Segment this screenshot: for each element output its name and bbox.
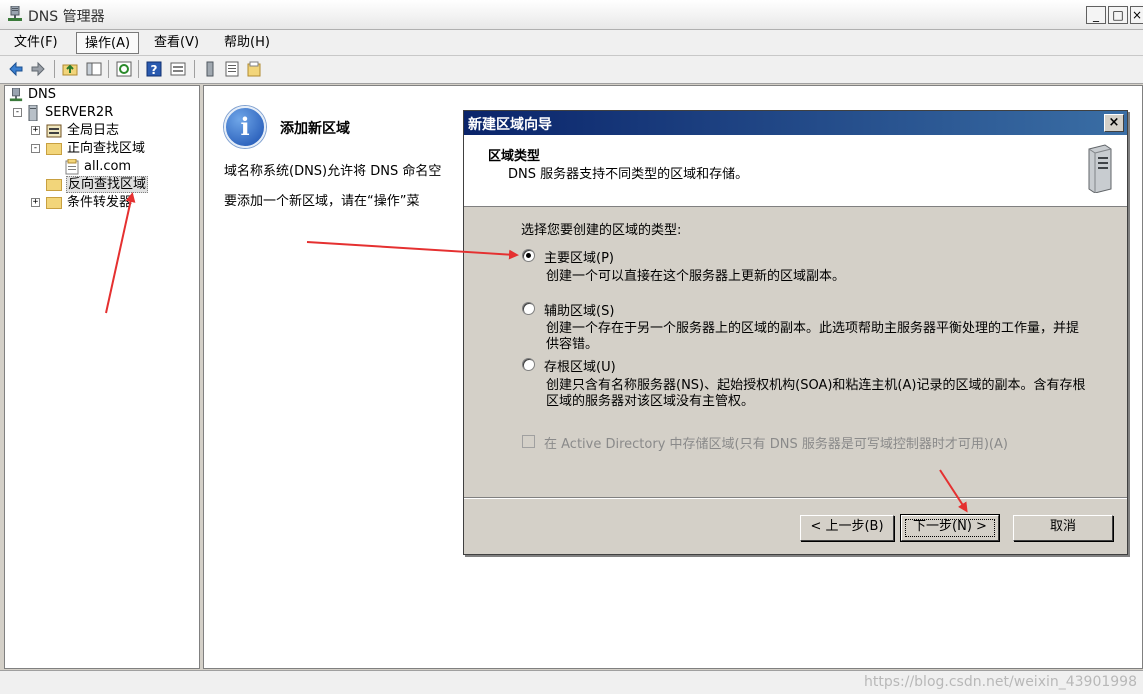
show-hide-tree-icon[interactable] — [86, 61, 102, 77]
content-paragraph-1: 域名称系统(DNS)允许将 DNS 命名空 — [224, 164, 442, 179]
info-icon: i — [224, 106, 266, 148]
tree-item-forward-lookup[interactable]: - 正向查找区域 — [31, 140, 146, 158]
event-log-icon — [46, 124, 62, 137]
tree-item-reverse-lookup[interactable]: 反向查找区域 — [46, 176, 149, 194]
minimize-button[interactable]: _ — [1086, 6, 1106, 24]
collapse-icon[interactable]: - — [31, 144, 40, 153]
radio-label[interactable]: 主要区域(P) — [544, 247, 614, 266]
tree-item-global-logs[interactable]: + 全局日志 — [31, 122, 120, 140]
dialog-title: 新建区域向导 — [468, 117, 552, 133]
wizard-step-subtitle: DNS 服务器支持不同类型的区域和存储。 — [508, 167, 749, 182]
primary-zone-description: 创建一个可以直接在这个服务器上更新的区域副本。 — [546, 269, 846, 284]
expand-icon[interactable]: + — [31, 198, 40, 207]
console-tree: DNS - SERVER2R + 全局日志 - 正向查找区域 all.com 反向查找… — [4, 85, 200, 669]
secondary-zone-description: 创建一个存在于另一个服务器上的区域的副本。此选项帮助主服务器平衡处理的工作量，并… — [546, 321, 1080, 352]
radio-label[interactable]: 辅助区域(S) — [544, 300, 614, 319]
next-button[interactable]: 下一步(N) > — [900, 514, 1000, 542]
maximize-button[interactable]: □ — [1108, 6, 1128, 24]
tree-item-zone[interactable]: all.com — [65, 158, 132, 176]
window-title: DNS 管理器 — [28, 9, 105, 25]
menu-bar: 文件(F) 操作(A) 查看(V) 帮助(H) — [0, 30, 1143, 56]
expand-icon[interactable]: + — [31, 126, 40, 135]
new-zone-wizard-dialog: 新建区域向导 × 区域类型 DNS 服务器支持不同类型的区域和存储。 选择您要创… — [463, 110, 1128, 555]
tree-item-conditional-forwarders[interactable]: + 条件转发器 — [31, 194, 133, 212]
tree-server[interactable]: - SERVER2R — [13, 104, 114, 122]
radio-button-checked[interactable] — [522, 249, 535, 262]
tree-root-dns[interactable]: DNS — [9, 86, 57, 104]
radio-label[interactable]: 存根区域(U) — [544, 356, 616, 375]
ad-storage-checkbox — [522, 435, 535, 448]
ad-storage-label: 在 Active Directory 中存储区域(只有 DNS 服务器是可写域控… — [544, 437, 1008, 452]
folder-icon — [46, 178, 62, 191]
dns-app-icon — [8, 6, 22, 21]
focus-rect — [905, 519, 995, 537]
zone-type-prompt: 选择您要创建的区域的类型: — [521, 223, 682, 238]
cancel-button[interactable]: 取消 — [1013, 515, 1113, 541]
close-window-button[interactable]: × — [1130, 6, 1143, 24]
content-paragraph-2: 要添加一个新区域，请在“操作”菜 — [224, 194, 420, 209]
status-bar: https://blog.csdn.net/weixin_43901998 — [0, 670, 1143, 694]
new-record-icon[interactable] — [246, 61, 262, 77]
back-arrow-icon[interactable] — [8, 61, 24, 77]
server-icon — [28, 104, 38, 121]
server-tower-icon — [1088, 144, 1112, 193]
zone-file-icon — [65, 158, 79, 174]
list-icon[interactable] — [224, 61, 240, 77]
folder-icon — [46, 196, 62, 209]
collapse-icon[interactable]: - — [13, 108, 22, 117]
content-heading: 添加新区域 — [280, 121, 350, 137]
menu-help[interactable]: 帮助(H) — [216, 32, 278, 54]
radio-button[interactable] — [522, 358, 535, 371]
watermark-text: https://blog.csdn.net/weixin_43901998 — [863, 674, 1137, 690]
dialog-separator — [464, 497, 1127, 499]
menu-view[interactable]: 查看(V) — [146, 32, 207, 54]
title-bar: DNS 管理器 _ □ × — [0, 0, 1143, 30]
folder-icon — [46, 142, 62, 155]
svg-text:?: ? — [151, 63, 158, 77]
toolbar: ? — [0, 56, 1143, 84]
dialog-title-bar: 新建区域向导 × — [464, 111, 1127, 135]
dialog-close-button[interactable]: × — [1104, 114, 1124, 132]
up-folder-icon[interactable] — [62, 61, 78, 77]
back-button[interactable]: < 上一步(B) — [800, 515, 894, 541]
wizard-header: 区域类型 DNS 服务器支持不同类型的区域和存储。 — [464, 135, 1127, 207]
dns-icon — [9, 87, 23, 101]
menu-action[interactable]: 操作(A) — [76, 32, 140, 54]
radio-button[interactable] — [522, 302, 535, 315]
properties-icon[interactable] — [170, 61, 186, 77]
stub-zone-description: 创建只含有名称服务器(NS)、起始授权机构(SOA)和粘连主机(A)记录的区域的… — [546, 378, 1086, 409]
forward-arrow-icon[interactable] — [30, 61, 46, 77]
help-icon[interactable]: ? — [146, 61, 162, 77]
menu-file[interactable]: 文件(F) — [6, 32, 66, 54]
server-icon[interactable] — [202, 61, 218, 77]
wizard-step-title: 区域类型 — [488, 149, 541, 164]
refresh-icon[interactable] — [116, 61, 132, 77]
